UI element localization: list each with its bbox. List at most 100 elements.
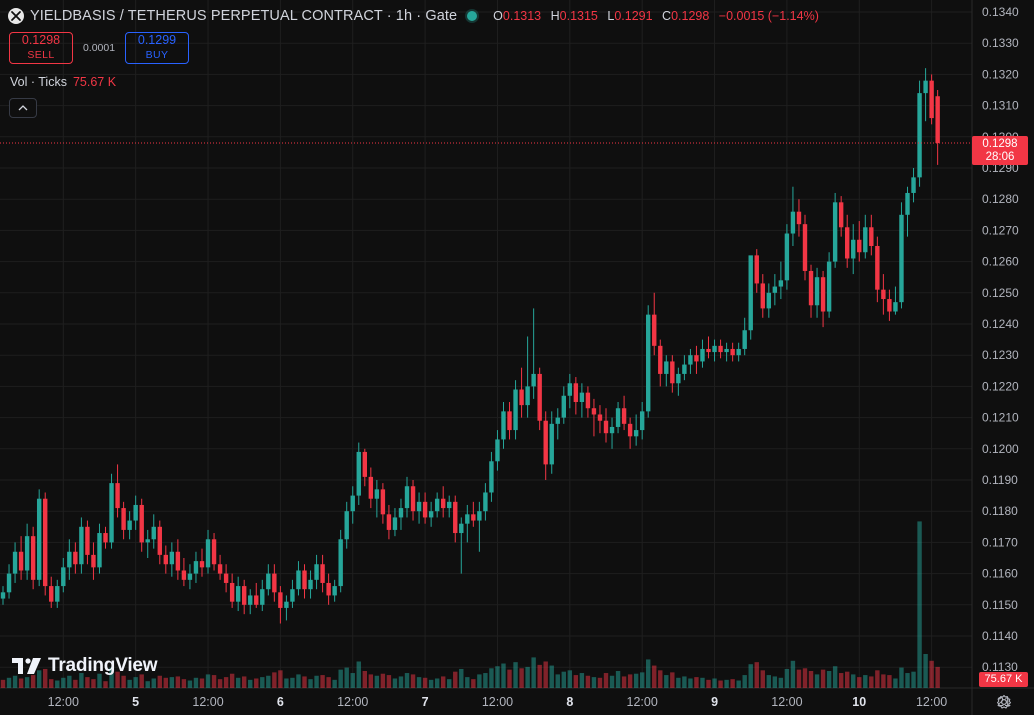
- volume-indicator-legend[interactable]: Vol · Ticks 75.67 K: [10, 75, 116, 89]
- price-tick-label: 0.1310: [982, 99, 1019, 113]
- candle-body: [272, 573, 277, 593]
- volume-bar: [627, 674, 633, 688]
- price-tick-label: 0.1260: [982, 255, 1019, 269]
- volume-bar: [561, 671, 566, 688]
- candle-body: [67, 551, 72, 568]
- sell-button[interactable]: 0.1298 SELL: [9, 32, 73, 64]
- candle-body: [766, 292, 772, 309]
- time-tick-label: 12:00: [627, 695, 658, 709]
- volume-bar: [790, 660, 796, 688]
- gear-icon[interactable]: [996, 694, 1012, 710]
- candle-body: [284, 601, 289, 608]
- volume-bar: [832, 666, 838, 688]
- volume-bar: [326, 677, 331, 688]
- candle-body: [483, 492, 488, 512]
- volume-bar: [513, 662, 518, 688]
- tradingview-logo[interactable]: TradingView: [12, 655, 158, 677]
- time-tick-label: 12:00: [771, 695, 802, 709]
- candle-body: [561, 395, 566, 418]
- volume-bar: [338, 669, 343, 688]
- candle-body: [573, 383, 579, 402]
- candle-body: [350, 495, 355, 512]
- symbol-title[interactable]: YIELDBASIS / TETHERUS PERPETUAL CONTRACT…: [30, 8, 457, 24]
- candle-body: [296, 570, 301, 590]
- volume-bar: [621, 676, 627, 688]
- collapse-legend-button[interactable]: [9, 98, 37, 118]
- price-chart[interactable]: 0.11300.11400.11500.11600.11700.11800.11…: [0, 0, 1034, 715]
- volume-bar: [796, 669, 802, 688]
- price-tick-label: 0.1150: [982, 598, 1018, 612]
- volume-bar: [549, 665, 554, 688]
- ohlc-values: O0.1313 H0.1315 L0.1291 C0.1298 −0.0015 …: [487, 9, 819, 23]
- volume-value-label: 75.67 K: [979, 672, 1028, 687]
- volume-bar: [398, 676, 404, 688]
- candle-body: [627, 423, 633, 437]
- open-label: O: [493, 9, 503, 23]
- volume-bar: [483, 673, 488, 688]
- volume-bar: [676, 677, 681, 688]
- volume-bar: [519, 668, 524, 688]
- candle-body: [459, 523, 464, 534]
- candle-body: [495, 439, 500, 462]
- symbol-logo-icon[interactable]: [8, 8, 24, 24]
- last-price-label: 0.1298 28:06: [972, 136, 1028, 165]
- candle-body: [519, 389, 524, 406]
- candle-body: [658, 345, 663, 374]
- volume-bar: [61, 677, 66, 688]
- candle-body: [501, 411, 506, 440]
- candle-body: [513, 389, 518, 431]
- volume-bar: [350, 673, 355, 688]
- candle-body: [748, 255, 753, 331]
- volume-bar: [386, 675, 392, 688]
- candle-body: [392, 517, 398, 530]
- candle-body: [525, 386, 530, 406]
- volume-bar: [248, 679, 253, 688]
- candle-body: [772, 286, 778, 293]
- candle-body: [869, 227, 874, 246]
- volume-bar: [380, 673, 386, 688]
- volume-bar: [585, 675, 591, 688]
- volume-bar: [127, 679, 132, 688]
- volume-bar: [91, 679, 96, 688]
- candle-body: [193, 561, 199, 574]
- candle-body: [43, 498, 48, 587]
- bar-countdown: 28:06: [985, 151, 1015, 163]
- candle-body: [670, 361, 675, 384]
- candle-body: [260, 589, 265, 605]
- sell-label: SELL: [27, 49, 55, 61]
- volume-bar: [471, 679, 476, 688]
- candle-body: [0, 592, 6, 599]
- candle-body: [368, 476, 374, 499]
- volume-bar: [555, 674, 560, 688]
- volume-indicator-label: Vol · Ticks: [10, 75, 67, 89]
- volume-bar: [869, 676, 874, 688]
- volume-bar: [133, 677, 138, 688]
- volume-bar: [742, 675, 747, 688]
- candle-body: [802, 224, 808, 271]
- candle-body: [386, 514, 392, 530]
- volume-bar: [652, 665, 657, 688]
- buy-button[interactable]: 0.1299 BUY: [125, 32, 189, 64]
- price-tick-label: 0.1280: [982, 192, 1019, 206]
- chart-header: YIELDBASIS / TETHERUS PERPETUAL CONTRACT…: [8, 6, 819, 26]
- volume-bar: [893, 678, 898, 688]
- candle-body: [609, 426, 615, 434]
- volume-bar: [507, 669, 512, 688]
- candle-body: [61, 567, 66, 587]
- candle-body: [410, 486, 416, 512]
- candle-body: [18, 551, 24, 571]
- volume-bar: [296, 674, 301, 688]
- volume-bar: [181, 679, 187, 688]
- volume-bar: [724, 679, 729, 688]
- candle-body: [929, 80, 934, 119]
- candle-body: [85, 526, 90, 555]
- candle-body: [507, 411, 512, 431]
- candle-body: [664, 361, 669, 374]
- volume-bar: [30, 675, 36, 688]
- volume-bar: [260, 677, 265, 688]
- volume-bar: [772, 676, 778, 688]
- volume-bar: [633, 673, 639, 688]
- volume-bar: [881, 674, 886, 688]
- volume-bar: [278, 670, 283, 688]
- price-tick-label: 0.1340: [982, 5, 1019, 19]
